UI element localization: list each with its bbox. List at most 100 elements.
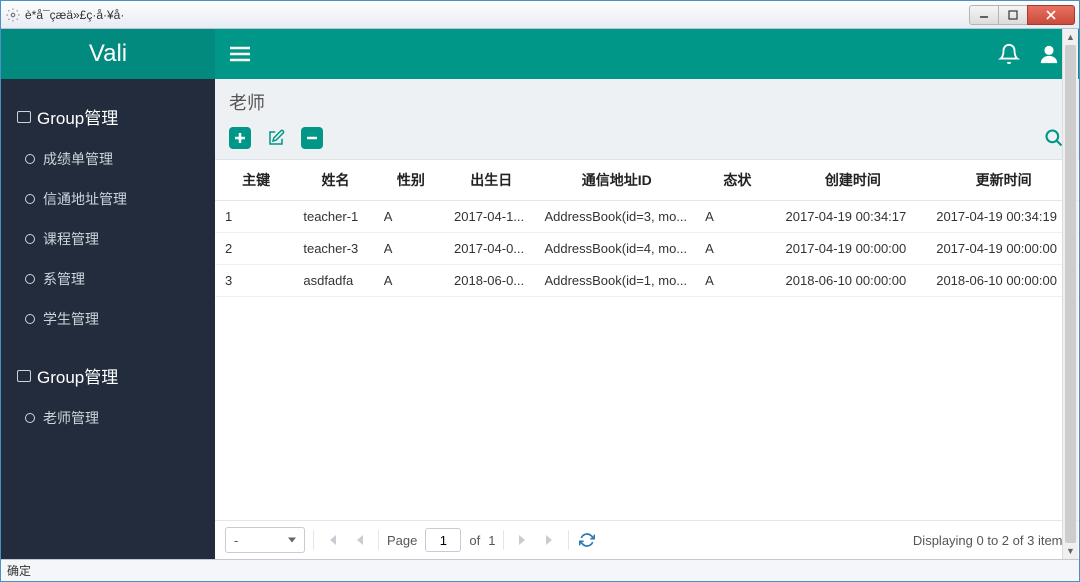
prev-page-button[interactable]: [350, 530, 370, 550]
column-header[interactable]: 性别: [376, 160, 446, 201]
table-cell: A: [376, 265, 446, 297]
separator: [503, 530, 504, 550]
hamburger-icon: [230, 46, 250, 62]
first-page-button[interactable]: [322, 530, 342, 550]
first-icon: [325, 533, 339, 547]
table-cell: 2017-04-19 00:00:00: [778, 233, 929, 265]
data-grid: 主键 姓名 性别 出生日 通信地址ID 态状 创建时间 更新时间 1teache…: [215, 159, 1079, 559]
sidebar-item-score[interactable]: 成绩单管理: [1, 139, 215, 179]
table-cell: 2017-04-19 00:34:19: [928, 201, 1079, 233]
pager-summary: Displaying 0 to 2 of 3 items: [913, 533, 1069, 548]
minus-icon: [305, 131, 319, 145]
sidebar-item-label: 成绩单管理: [43, 149, 113, 169]
sidebar-group-label: Group管理: [37, 363, 118, 388]
table-cell: 2: [215, 233, 295, 265]
table-cell: 2017-04-19 00:00:00: [928, 233, 1079, 265]
column-header[interactable]: 主键: [215, 160, 295, 201]
of-label: of: [469, 533, 480, 548]
table-cell: AddressBook(id=1, mo...: [536, 265, 697, 297]
window-maximize-button[interactable]: [998, 5, 1028, 25]
table-row[interactable]: 3asdfadfaA2018-06-0...AddressBook(id=1, …: [215, 265, 1079, 297]
sidebar-item-label: 系管理: [43, 269, 85, 289]
search-icon: [1044, 128, 1064, 148]
topbar: Vali: [1, 29, 1079, 79]
table-cell: AddressBook(id=3, mo...: [536, 201, 697, 233]
circle-icon: [25, 314, 35, 324]
status-bar: 确定: [1, 559, 1079, 581]
table-cell: 2018-06-10 00:00:00: [928, 265, 1079, 297]
page-title: 老师: [215, 79, 1079, 121]
sidebar-group-0[interactable]: Group管理: [1, 94, 215, 139]
sidebar-item-teacher[interactable]: 老师管理: [1, 398, 215, 438]
user-icon: [1038, 43, 1060, 65]
last-icon: [543, 533, 557, 547]
table-cell: teacher-3: [295, 233, 375, 265]
column-header[interactable]: 姓名: [295, 160, 375, 201]
add-button[interactable]: [229, 127, 251, 149]
table-cell: A: [376, 201, 446, 233]
total-pages: 1: [488, 533, 495, 548]
page-input[interactable]: [425, 528, 461, 552]
table-cell: 2018-06-0...: [446, 265, 536, 297]
status-text: 确定: [7, 562, 31, 579]
page-label: Page: [387, 533, 417, 548]
column-header[interactable]: 态状: [697, 160, 777, 201]
sidebar-item-department[interactable]: 系管理: [1, 259, 215, 299]
remove-button[interactable]: [301, 127, 323, 149]
plus-icon: [233, 131, 247, 145]
sidebar-item-student[interactable]: 学生管理: [1, 299, 215, 339]
scroll-up-icon: ▲: [1063, 29, 1078, 45]
scroll-thumb[interactable]: [1065, 45, 1076, 543]
scroll-down-icon: ▼: [1063, 543, 1078, 559]
next-page-button[interactable]: [512, 530, 532, 550]
refresh-icon: [579, 532, 595, 548]
separator: [568, 530, 569, 550]
table-row[interactable]: 2teacher-3A2017-04-0...AddressBook(id=4,…: [215, 233, 1079, 265]
table-cell: A: [697, 201, 777, 233]
sidebar: Group管理 成绩单管理 信通地址管理 课程管理 系管理 学生管理 Group…: [1, 79, 215, 559]
table-cell: A: [697, 265, 777, 297]
window-minimize-button[interactable]: [969, 5, 999, 25]
group-icon: [17, 111, 31, 123]
sidebar-item-label: 老师管理: [43, 408, 99, 428]
table-cell: 3: [215, 265, 295, 297]
pager: - Page of 1: [215, 520, 1079, 559]
refresh-button[interactable]: [577, 530, 597, 550]
column-header[interactable]: 通信地址ID: [536, 160, 697, 201]
page-size-value: -: [234, 533, 238, 548]
chevron-down-icon: [288, 538, 296, 543]
page-size-select[interactable]: -: [225, 527, 305, 553]
window-close-button[interactable]: [1027, 5, 1075, 25]
table-cell: 2017-04-0...: [446, 233, 536, 265]
circle-icon: [25, 274, 35, 284]
column-header[interactable]: 更新时间: [928, 160, 1079, 201]
vertical-scrollbar[interactable]: ▲ ▼: [1062, 29, 1078, 559]
window-title: è*å¯çæä»£ç·å·¥å·: [25, 8, 970, 22]
circle-icon: [25, 194, 35, 204]
circle-icon: [25, 413, 35, 423]
table-cell: AddressBook(id=4, mo...: [536, 233, 697, 265]
table-cell: 1: [215, 201, 295, 233]
last-page-button[interactable]: [540, 530, 560, 550]
table-cell: 2017-04-19 00:34:17: [778, 201, 929, 233]
menu-toggle-button[interactable]: [215, 46, 265, 62]
table-cell: 2017-04-1...: [446, 201, 536, 233]
edit-icon: [267, 129, 285, 147]
separator: [378, 530, 379, 550]
sidebar-item-course[interactable]: 课程管理: [1, 219, 215, 259]
notifications-button[interactable]: [989, 43, 1029, 65]
table-header-row: 主键 姓名 性别 出生日 通信地址ID 态状 创建时间 更新时间: [215, 160, 1079, 201]
table-cell: asdfadfa: [295, 265, 375, 297]
brand[interactable]: Vali: [1, 29, 215, 79]
sidebar-item-label: 信通地址管理: [43, 189, 127, 209]
column-header[interactable]: 创建时间: [778, 160, 929, 201]
edit-button[interactable]: [265, 127, 287, 149]
column-header[interactable]: 出生日: [446, 160, 536, 201]
title-bar: è*å¯çæä»£ç·å·¥å·: [1, 1, 1079, 29]
sidebar-group-1[interactable]: Group管理: [1, 353, 215, 398]
sidebar-item-label: 课程管理: [43, 229, 99, 249]
table-cell: teacher-1: [295, 201, 375, 233]
sidebar-item-address[interactable]: 信通地址管理: [1, 179, 215, 219]
sidebar-group-label: Group管理: [37, 104, 118, 129]
table-row[interactable]: 1teacher-1A2017-04-1...AddressBook(id=3,…: [215, 201, 1079, 233]
